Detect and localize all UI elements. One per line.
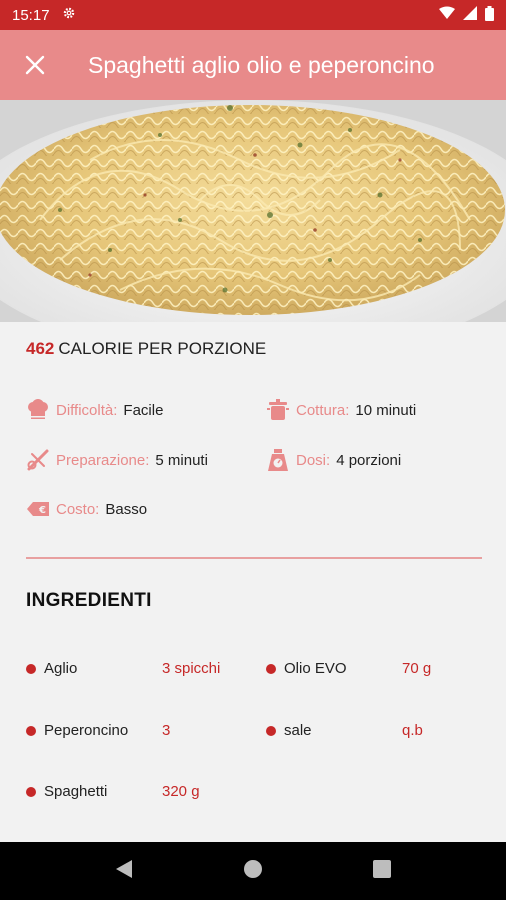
- recents-button[interactable]: [373, 859, 391, 883]
- close-icon: [25, 55, 45, 75]
- app-bar: Spaghetti aglio olio e peperoncino: [0, 30, 506, 100]
- svg-text:€: €: [38, 505, 46, 516]
- ingredient-name: Peperoncino: [44, 722, 129, 739]
- info-preparation: Preparazione: 5 minuti: [26, 448, 208, 472]
- ingredient-name: Spaghetti: [44, 783, 108, 800]
- info-value: 10 minuti: [355, 401, 417, 419]
- ingredient-item: Peperoncino 3: [26, 722, 170, 739]
- ingredient-name: sale: [284, 722, 312, 739]
- ingredient-item: Aglio 3 spicchi: [26, 660, 220, 677]
- bullet-icon: [26, 663, 36, 674]
- home-icon: [244, 859, 262, 878]
- signal-icon: [463, 6, 477, 24]
- wifi-icon: [439, 6, 455, 24]
- system-nav-bar: [0, 842, 506, 900]
- info-label: Preparazione:: [56, 451, 150, 469]
- home-button[interactable]: [243, 859, 263, 884]
- utensils-icon: [26, 448, 50, 472]
- info-cost: € Costo: Basso: [26, 497, 147, 521]
- bullet-icon: [266, 663, 276, 674]
- info-value: Basso: [105, 500, 148, 518]
- info-value: 5 minuti: [155, 451, 208, 469]
- settings-icon: [62, 6, 76, 24]
- info-difficulty: Difficoltà: Facile: [26, 398, 163, 422]
- ingredients-title: INGREDIENTI: [26, 590, 152, 611]
- ingredient-item: sale q.b: [266, 722, 423, 739]
- calories-value: 462: [26, 339, 55, 358]
- ingredient-qty: 3: [162, 722, 171, 739]
- recipe-details: 462 CALORIE PER PORZIONE Difficoltà: Faci…: [0, 322, 506, 842]
- info-doses: Dosi: 4 porzioni: [266, 448, 401, 472]
- recipe-photo: [0, 100, 506, 322]
- bullet-icon: [26, 725, 36, 736]
- status-time: 15:17: [12, 6, 50, 24]
- chef-hat-icon: [26, 398, 50, 422]
- ingredient-qty: 320 g: [162, 783, 200, 800]
- info-label: Difficoltà:: [56, 401, 118, 419]
- calories-label: CALORIE PER PORZIONE: [58, 339, 267, 358]
- bullet-icon: [26, 786, 36, 797]
- back-button[interactable]: [115, 859, 133, 884]
- bullet-icon: [266, 725, 276, 736]
- ingredient-item: Olio EVO 70 g: [266, 660, 431, 677]
- divider: [26, 557, 482, 559]
- back-icon: [116, 859, 132, 878]
- ingredient-qty: 3 spicchi: [162, 660, 221, 677]
- info-value: 4 porzioni: [336, 451, 402, 469]
- page-title: Spaghetti aglio olio e peperoncino: [88, 51, 435, 78]
- info-cooking: Cottura: 10 minuti: [266, 398, 416, 422]
- battery-icon: [485, 5, 494, 25]
- scale-icon: [266, 448, 290, 472]
- info-label: Dosi:: [296, 451, 331, 469]
- ingredient-qty: q.b: [402, 722, 423, 739]
- status-bar: 15:17: [0, 0, 506, 30]
- close-button[interactable]: [0, 30, 70, 100]
- recents-icon: [373, 859, 391, 878]
- info-label: Costo:: [56, 500, 100, 518]
- euro-tag-icon: €: [26, 497, 50, 521]
- calories-line: 462 CALORIE PER PORZIONE: [26, 339, 266, 359]
- info-label: Cottura:: [296, 401, 350, 419]
- ingredient-name: Aglio: [44, 660, 78, 677]
- ingredient-qty: 70 g: [402, 660, 432, 677]
- info-value: Facile: [123, 401, 164, 419]
- ingredient-name: Olio EVO: [284, 660, 347, 677]
- ingredient-item: Spaghetti 320 g: [26, 783, 200, 800]
- pot-icon: [266, 398, 290, 422]
